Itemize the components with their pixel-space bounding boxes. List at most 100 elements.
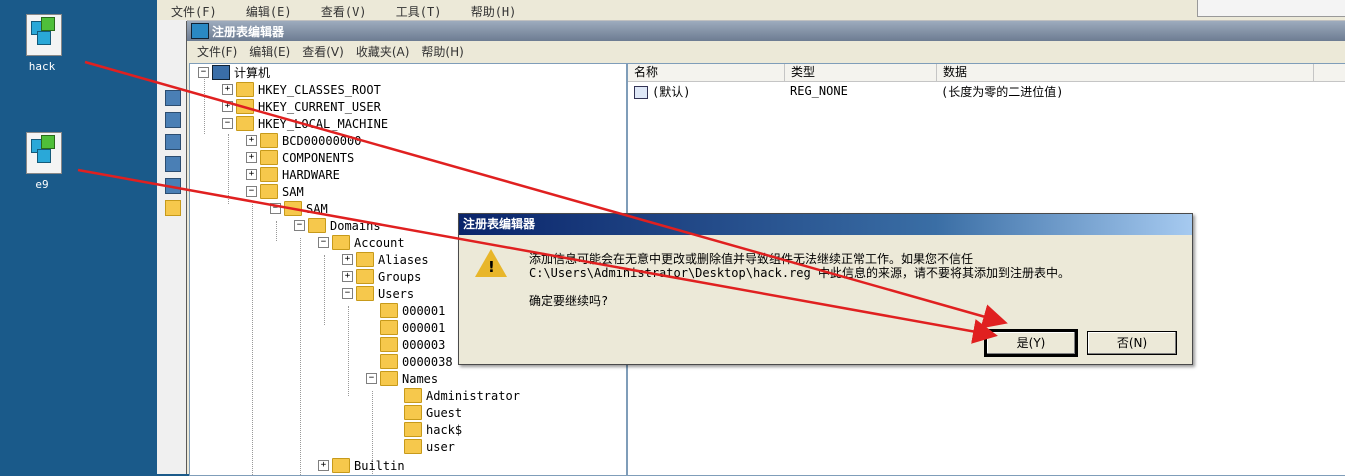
desktop-icon-label: hack	[28, 60, 56, 73]
sidebar-item-icon[interactable]	[165, 112, 181, 128]
computer-icon	[212, 65, 230, 80]
folder-icon	[380, 303, 398, 318]
menu-view[interactable]: 查看(V)	[296, 43, 350, 60]
folder-icon[interactable]	[165, 200, 181, 216]
tree-node-names[interactable]: − Names	[366, 370, 438, 387]
expand-icon[interactable]: +	[318, 460, 329, 471]
dialog-question: 确定要继续吗?	[529, 294, 609, 308]
dialog-title[interactable]: 注册表编辑器	[459, 214, 1192, 235]
collapse-icon[interactable]: −	[270, 203, 281, 214]
tree-node-name-key[interactable]: hack$	[404, 421, 462, 438]
bg-menu-view[interactable]: 查看(V)	[307, 0, 375, 20]
value-data: (长度为零的二进位值)	[941, 84, 1064, 99]
regedit-menubar: 文件(F) 编辑(E) 查看(V) 收藏夹(A) 帮助(H)	[187, 41, 1345, 61]
folder-icon	[380, 337, 398, 352]
tree-node-hkcr[interactable]: + HKEY_CLASSES_ROOT	[222, 81, 381, 98]
confirm-dialog: 注册表编辑器 ! 添加信息可能会在无意中更改或删除值并导致组件无法继续正常工作。…	[458, 213, 1193, 365]
menu-edit[interactable]: 编辑(E)	[243, 43, 296, 60]
no-button[interactable]: 否(N)	[1087, 331, 1177, 355]
tree-node-aliases[interactable]: + Aliases	[342, 251, 429, 268]
yes-button[interactable]: 是(Y)	[984, 329, 1078, 357]
menu-help[interactable]: 帮助(H)	[415, 43, 469, 60]
sidebar-item-icon[interactable]	[165, 178, 181, 194]
tree-node-groups[interactable]: + Groups	[342, 268, 421, 285]
bg-menu-file[interactable]: 文件(F)	[157, 0, 225, 20]
dialog-message-line1: 添加信息可能会在无意中更改或删除值并导致组件无法继续正常工作。如果您不信任	[529, 252, 974, 266]
background-menubar: 文件(F) 编辑(E) 查看(V) 工具(T) 帮助(H)	[157, 0, 1345, 21]
menu-favorites[interactable]: 收藏夹(A)	[350, 43, 416, 60]
tree-node-user-key[interactable]: 000001	[380, 302, 445, 319]
tree-node-user-key[interactable]: 000001	[380, 319, 445, 336]
bg-menu-help[interactable]: 帮助(H)	[457, 0, 525, 20]
tree-node-hardware[interactable]: + HARDWARE	[246, 166, 340, 183]
folder-icon	[356, 286, 374, 301]
tree-node-name-key[interactable]: Guest	[404, 404, 462, 421]
dialog-message: 添加信息可能会在无意中更改或删除值并导致组件无法继续正常工作。如果您不信任 C:…	[529, 252, 1179, 280]
expand-icon[interactable]: +	[246, 169, 257, 180]
reg-file-icon	[18, 14, 66, 58]
folder-icon	[284, 201, 302, 216]
expand-icon[interactable]: +	[342, 271, 353, 282]
folder-icon	[332, 235, 350, 250]
desktop-icon-e9[interactable]: e9	[7, 132, 77, 191]
folder-icon	[260, 184, 278, 199]
column-header-type[interactable]: 类型	[785, 64, 937, 81]
tree-node-user-key[interactable]: 000003	[380, 336, 445, 353]
folder-icon	[380, 320, 398, 335]
folder-icon	[380, 354, 398, 369]
background-sidebar	[157, 20, 188, 474]
folder-icon	[404, 388, 422, 403]
collapse-icon[interactable]: −	[294, 220, 305, 231]
expand-icon[interactable]: +	[246, 152, 257, 163]
collapse-icon[interactable]: −	[366, 373, 377, 384]
tree-node-name-key[interactable]: Administrator	[404, 387, 520, 404]
binary-value-icon	[634, 85, 648, 99]
sidebar-item-icon[interactable]	[165, 90, 181, 106]
collapse-icon[interactable]: −	[198, 67, 209, 78]
folder-icon	[380, 371, 398, 386]
expand-icon[interactable]: +	[342, 254, 353, 265]
tree-node-computer[interactable]: − 计算机	[198, 64, 270, 81]
regedit-app-icon	[191, 23, 209, 39]
folder-icon	[404, 422, 422, 437]
background-tabstrip	[1197, 0, 1345, 17]
folder-icon	[260, 150, 278, 165]
bg-menu-edit[interactable]: 编辑(E)	[232, 0, 300, 20]
tree-node-users[interactable]: − Users	[342, 285, 414, 302]
tree-node-user-key[interactable]: 0000038	[380, 353, 453, 370]
tree-node-hklm[interactable]: − HKEY_LOCAL_MACHINE	[222, 115, 388, 132]
bg-menu-tools[interactable]: 工具(T)	[382, 0, 450, 20]
desktop-icon-label: e9	[35, 178, 49, 191]
tree-node-hkcu[interactable]: + HKEY_CURRENT_USER	[222, 98, 381, 115]
folder-icon	[260, 133, 278, 148]
tree-node-name-key[interactable]: user	[404, 438, 455, 455]
desktop-icon-hack[interactable]: hack	[7, 14, 77, 73]
folder-icon	[236, 82, 254, 97]
list-item[interactable]: (默认) REG_NONE (长度为零的二进位值)	[628, 82, 1345, 100]
reg-file-icon	[18, 132, 66, 176]
expand-icon[interactable]: +	[222, 84, 233, 95]
column-header-name[interactable]: 名称	[628, 64, 785, 81]
tree-node-domains[interactable]: − Domains	[294, 217, 381, 234]
collapse-icon[interactable]: −	[342, 288, 353, 299]
sidebar-item-icon[interactable]	[165, 156, 181, 172]
tree-node-sam[interactable]: − SAM	[246, 183, 304, 200]
menu-file[interactable]: 文件(F)	[191, 43, 243, 60]
collapse-icon[interactable]: −	[222, 118, 233, 129]
expand-icon[interactable]: +	[222, 101, 233, 112]
collapse-icon[interactable]: −	[318, 237, 329, 248]
sidebar-item-icon[interactable]	[165, 134, 181, 150]
collapse-icon[interactable]: −	[246, 186, 257, 197]
regedit-titlebar[interactable]: 注册表编辑器	[187, 21, 1345, 41]
tree-node-components[interactable]: + COMPONENTS	[246, 149, 354, 166]
folder-icon	[332, 458, 350, 473]
column-header-data[interactable]: 数据	[937, 64, 1314, 81]
tree-node-builtin[interactable]: + Builtin	[318, 457, 405, 474]
folder-icon	[260, 167, 278, 182]
folder-icon	[404, 439, 422, 454]
tree-node-account[interactable]: − Account	[318, 234, 405, 251]
dialog-message-line2: C:\Users\Administrator\Desktop\hack.reg …	[529, 266, 1070, 280]
expand-icon[interactable]: +	[246, 135, 257, 146]
tree-node-bcd[interactable]: + BCD00000000	[246, 132, 361, 149]
tree-node-sam-sam[interactable]: − SAM	[270, 200, 328, 217]
